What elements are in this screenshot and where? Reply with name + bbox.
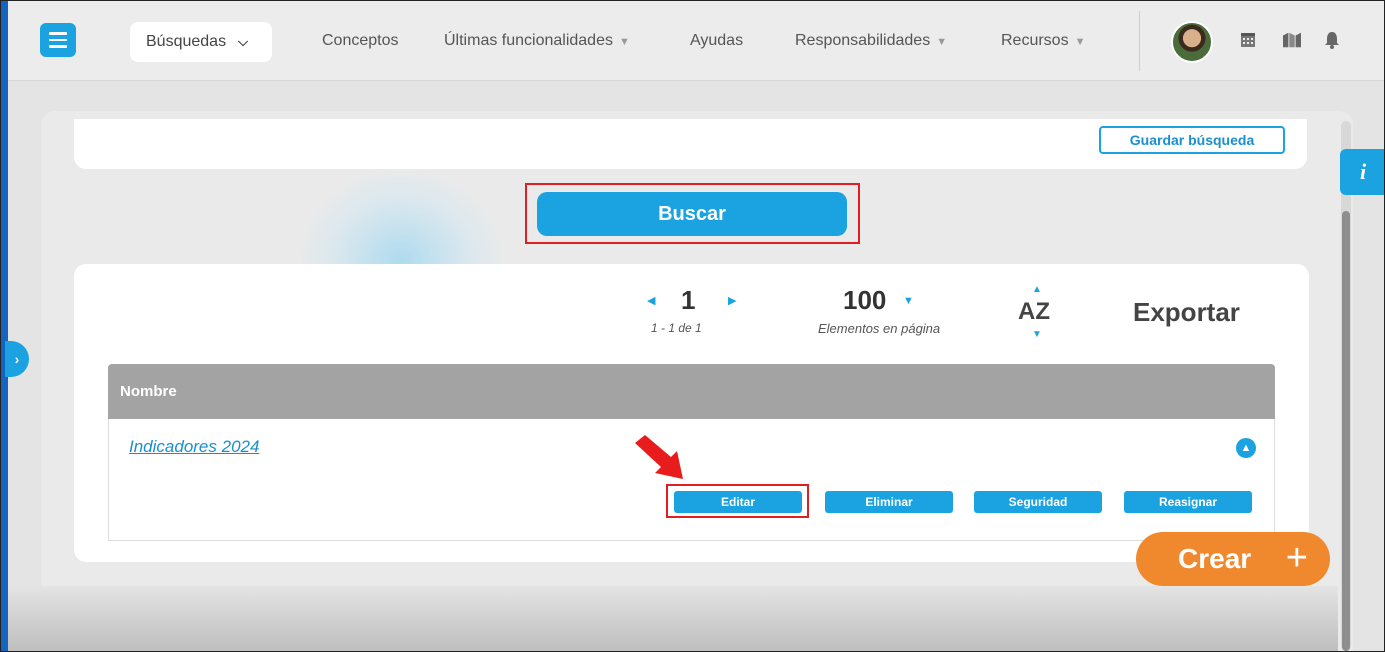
column-header-nombre[interactable]: Nombre [120,383,177,400]
create-button[interactable]: Crear + [1136,532,1330,586]
nav-label: Conceptos [322,32,399,49]
items-per-page-label: Elementos en página [818,321,941,336]
plus-icon: + [1285,537,1308,579]
search-button[interactable]: Buscar [537,192,847,236]
hamburger-icon [49,38,67,42]
sidebar-expand-toggle[interactable]: › [5,341,29,377]
results-table-header: Nombre [108,364,1275,419]
export-button[interactable]: Exportar [1133,297,1240,328]
user-avatar[interactable] [1171,21,1213,63]
items-per-page-value[interactable]: 100 [843,285,886,316]
info-icon: i [1359,159,1367,184]
caret-down-icon: ▼ [936,36,948,48]
hamburger-icon [49,45,67,48]
caret-down-icon: ▼ [618,36,630,48]
caret-down-icon[interactable]: ▼ [903,295,914,307]
nav-label: Recursos [1001,32,1069,49]
page-range-text: 1 - 1 de 1 [651,321,702,335]
nav-item-recursos[interactable]: Recursos ▼ [1001,32,1085,50]
nav-item-responsabilidades[interactable]: Responsabilidades ▼ [795,32,947,50]
bottom-shade [8,586,1338,651]
next-page-icon[interactable]: ▶ [728,294,736,307]
bell-icon[interactable] [1323,31,1341,49]
nav-label: Ayudas [690,32,744,49]
nav-label: Últimas funcionalidades [444,32,613,49]
top-navbar: Búsquedas ⌵ Conceptos Últimas funcionali… [8,1,1384,81]
sort-descending-icon[interactable]: ▼ [1032,329,1042,340]
previous-page-icon[interactable]: ◀ [647,294,655,307]
delete-button[interactable]: Eliminar [825,491,953,513]
reassign-button[interactable]: Reasignar [1124,491,1252,513]
map-icon[interactable] [1283,31,1301,49]
security-button[interactable]: Seguridad [974,491,1102,513]
result-name-link[interactable]: Indicadores 2024 [129,437,259,457]
search-type-dropdown[interactable]: Búsquedas ⌵ [130,22,272,62]
calendar-icon[interactable] [1239,31,1257,49]
chevron-down-icon: ⌵ [238,34,248,49]
hamburger-menu-button[interactable] [40,23,76,57]
nav-item-ultimas-funcionalidades[interactable]: Últimas funcionalidades ▼ [444,32,630,50]
left-edge-stripe [1,1,8,651]
scrollbar-thumb[interactable] [1342,211,1350,651]
nav-label: Responsabilidades [795,32,931,49]
caret-down-icon: ▼ [1074,36,1086,48]
nav-item-conceptos[interactable]: Conceptos [322,32,399,50]
annotation-arrow-icon [635,435,683,479]
chevron-right-icon: › [14,351,20,367]
sort-ascending-icon[interactable]: ▲ [1032,284,1042,295]
search-type-label: Búsquedas [146,33,227,50]
collapse-row-icon[interactable]: ▲ [1236,438,1256,458]
nav-divider [1139,11,1140,71]
sort-az-label[interactable]: AZ [1018,298,1050,326]
edit-button[interactable]: Editar [674,491,802,513]
app-frame: Búsquedas ⌵ Conceptos Últimas funcionali… [0,0,1385,652]
save-search-button[interactable]: Guardar búsqueda [1099,126,1285,154]
create-label: Crear [1178,543,1252,574]
info-tab[interactable]: i [1340,149,1384,195]
hamburger-icon [49,32,67,35]
current-page-number: 1 [681,285,696,315]
nav-item-ayudas[interactable]: Ayudas [690,32,743,50]
